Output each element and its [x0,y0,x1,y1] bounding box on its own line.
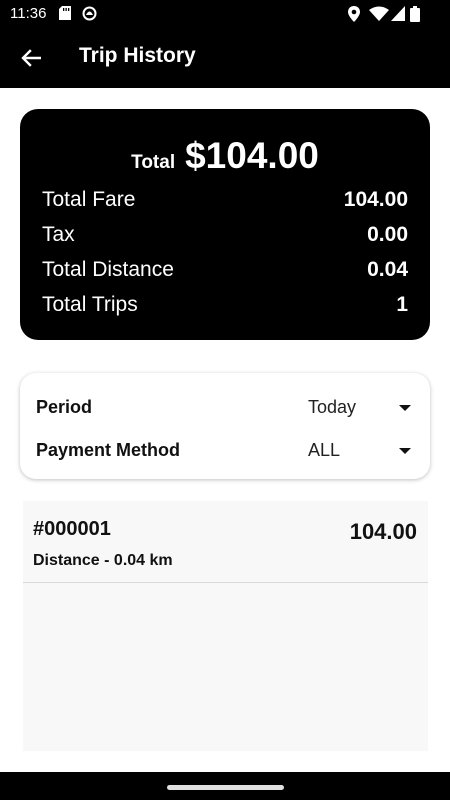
period-filter: Period Today [36,393,414,423]
summary-value: 104.00 [343,188,408,211]
summary-card: Total $104.00 Total Fare 104.00 Tax 0.00… [20,109,430,340]
total-label: Total [131,152,176,173]
summary-label: Total Distance [42,258,174,281]
payment-method-label: Payment Method [36,440,181,460]
summary-label: Total Trips [42,293,138,316]
summary-row-tax: Tax 0.00 [42,223,408,253]
period-label: Period [36,397,93,417]
trip-list: #000001 Distance - 0.04 km 104.00 [23,501,428,751]
signal-icon [391,6,405,21]
arrow-left-icon [21,49,41,67]
trip-id: #000001 [33,518,111,540]
dropdown-arrow-icon [399,405,411,411]
home-indicator[interactable] [167,785,284,790]
summary-row-total-fare: Total Fare 104.00 [42,188,408,218]
status-bar: 11:36 [0,0,450,28]
summary-value: 0.00 [367,223,408,246]
period-dropdown[interactable]: Today [307,393,411,423]
dropdown-arrow-icon [399,448,411,454]
back-button[interactable] [14,41,48,75]
summary-row-total-trips: Total Trips 1 [42,293,408,323]
total-row: Total $104.00 [20,135,430,177]
summary-row-total-distance: Total Distance 0.04 [42,258,408,288]
payment-method-filter: Payment Method ALL [36,436,414,466]
navigation-bar [0,772,450,800]
notification-icon [82,6,97,21]
page-title: Trip History [79,44,196,67]
filter-card: Period Today Payment Method ALL [20,373,430,479]
payment-method-dropdown[interactable]: ALL [307,436,411,466]
sd-card-icon [59,6,71,20]
payment-method-value: ALL [308,440,341,460]
battery-icon [410,6,420,22]
summary-label: Tax [42,223,75,246]
summary-value: 1 [396,293,408,316]
app-bar: Trip History [0,28,450,88]
trip-amount: 104.00 [349,519,417,544]
summary-label: Total Fare [42,188,136,211]
summary-value: 0.04 [367,258,408,281]
location-icon [348,6,360,22]
trip-distance: Distance - 0.04 km [33,552,173,569]
status-time: 11:36 [10,5,47,22]
period-value: Today [308,397,357,417]
wifi-icon [369,6,389,21]
total-amount: $104.00 [185,135,319,176]
list-item[interactable]: #000001 Distance - 0.04 km 104.00 [23,501,428,583]
